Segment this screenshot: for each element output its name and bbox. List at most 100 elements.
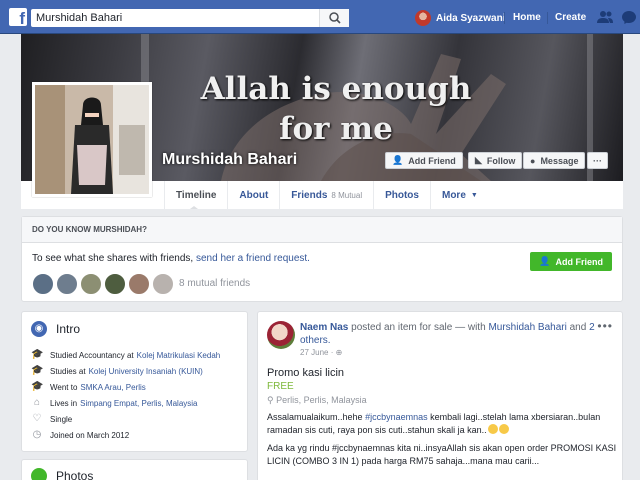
create-link[interactable]: Create bbox=[555, 12, 586, 23]
mutual-friend-avatar[interactable] bbox=[104, 273, 126, 295]
author-avatar[interactable] bbox=[267, 321, 295, 349]
post-and-text: and bbox=[566, 322, 590, 333]
tagged-user-link[interactable]: Murshidah Bahari bbox=[488, 322, 566, 333]
messenger-icon: ● bbox=[530, 155, 536, 166]
hashtag-link[interactable]: #jccbynaemnas bbox=[365, 412, 428, 422]
add-friend-label: Add Friend bbox=[555, 256, 604, 267]
intro-header: ◉ Intro bbox=[31, 321, 80, 337]
cover-quote-line1: Allah is enough bbox=[200, 71, 472, 107]
graduation-cap-icon: 🎓 bbox=[31, 365, 44, 376]
intro-text: Single bbox=[50, 414, 73, 424]
graduation-cap-icon: 🎓 bbox=[31, 349, 44, 360]
intro-text: Joined on March 2012 bbox=[50, 430, 130, 440]
tab-friends[interactable]: Friends 8 Mutual bbox=[279, 181, 373, 209]
mutual-friend-avatar[interactable] bbox=[152, 273, 174, 295]
tab-timeline[interactable]: Timeline bbox=[164, 181, 227, 209]
intro-joined: ◷ Joined on March 2012 bbox=[31, 429, 130, 441]
friend-request-prompt: To see what she shares with friends, sen… bbox=[32, 253, 310, 264]
tab-label: Timeline bbox=[176, 189, 217, 201]
facebook-logo-icon[interactable]: f bbox=[9, 8, 27, 26]
tab-more[interactable]: More ▼ bbox=[429, 181, 489, 209]
search-button[interactable] bbox=[319, 9, 349, 27]
post-paragraph: Ada ka yg rindu #jccbynaemnas kita ni..i… bbox=[267, 443, 617, 466]
rss-icon: ◣ bbox=[475, 155, 482, 165]
message-button[interactable]: ● Message bbox=[523, 152, 586, 169]
sale-item-title: Promo kasi licin bbox=[267, 367, 345, 379]
tab-photos[interactable]: Photos bbox=[373, 181, 430, 209]
intro-card: ◉ Intro 🎓 Studied Accountancy at Kolej Mat… bbox=[21, 311, 248, 452]
intro-link[interactable]: Kolej Matrikulasi Kedah bbox=[137, 351, 221, 360]
post-meta: 27 June · ⊕ bbox=[300, 348, 343, 357]
more-options-button[interactable]: ··· bbox=[587, 152, 608, 169]
post-date[interactable]: 27 June bbox=[300, 348, 328, 357]
intro-lives-in: ⌂ Lives in Simpang Empat, Perlis, Malaysia bbox=[31, 397, 198, 409]
mutual-friends-avatars bbox=[32, 273, 176, 295]
tab-about[interactable]: About bbox=[227, 181, 279, 209]
tab-label: About bbox=[239, 189, 269, 201]
cover-quote-line2: for me bbox=[279, 111, 393, 147]
mutual-friends-count[interactable]: 8 mutual friends bbox=[179, 278, 250, 289]
mutual-friend-avatar[interactable] bbox=[80, 273, 102, 295]
more-dots-icon: ··· bbox=[593, 155, 602, 166]
tab-label: Photos bbox=[385, 189, 419, 201]
intro-school: 🎓 Went to SMKA Arau, Perlis bbox=[31, 381, 146, 393]
avatar bbox=[415, 10, 431, 26]
intro-title: Intro bbox=[56, 322, 81, 336]
graduation-cap-icon: 🎓 bbox=[31, 381, 44, 392]
sale-item-price: FREE bbox=[267, 381, 294, 392]
profile-header-card: Allah is enough for me Murshidah Bahari … bbox=[21, 34, 623, 209]
profile-photo-image bbox=[35, 85, 149, 194]
post-options-icon[interactable]: ••• bbox=[597, 319, 613, 333]
public-globe-icon: ⊕ bbox=[335, 348, 343, 357]
post-action-text: posted an item for sale — with bbox=[348, 322, 489, 333]
home-icon: ⌂ bbox=[33, 397, 41, 408]
mutual-friend-avatar[interactable] bbox=[128, 273, 150, 295]
intro-text: Lives in bbox=[50, 398, 78, 408]
nav-divider bbox=[547, 12, 548, 24]
mutual-friend-avatar[interactable] bbox=[32, 273, 54, 295]
intro-education-2: 🎓 Studies at Kolej University Insaniah (KU… bbox=[31, 365, 203, 377]
caret-down-icon: ▼ bbox=[470, 191, 478, 199]
profile-link[interactable]: Aida Syazwani bbox=[415, 9, 505, 27]
add-friend-button-green[interactable]: 👤 Add Friend bbox=[530, 252, 612, 271]
search-input[interactable] bbox=[31, 9, 317, 27]
intro-relationship: ♡ Single bbox=[31, 413, 73, 425]
search-icon bbox=[329, 12, 341, 24]
smile-emoji-icon bbox=[498, 424, 509, 434]
post-text: Assalamualaikum..hehe bbox=[267, 412, 366, 422]
intro-link[interactable]: Simpang Empat, Perlis, Malaysia bbox=[80, 399, 197, 408]
photos-title: Photos bbox=[56, 469, 94, 480]
clock-icon: ◷ bbox=[32, 429, 42, 440]
add-friend-button[interactable]: 👤 Add Friend bbox=[385, 152, 463, 169]
follow-button[interactable]: ◣ Follow bbox=[468, 152, 523, 169]
add-friend-icon: 👤 bbox=[392, 155, 404, 165]
nav-divider bbox=[504, 12, 505, 24]
message-label: Message bbox=[540, 155, 579, 166]
smile-emoji-icon bbox=[487, 424, 498, 434]
user-name: Aida Syazwani bbox=[436, 12, 506, 24]
location-text: Perlis, Perlis, Malaysia bbox=[276, 395, 367, 405]
friend-requests-icon[interactable] bbox=[597, 10, 613, 24]
intro-education-1: 🎓 Studied Accountancy at Kolej Matrikulasi… bbox=[31, 349, 220, 361]
home-link[interactable]: Home bbox=[513, 12, 541, 23]
tab-label: More bbox=[441, 189, 466, 201]
location-pin-icon: ⚲ bbox=[267, 395, 277, 405]
mutual-count: 8 Mutual bbox=[331, 190, 363, 200]
heart-icon: ♡ bbox=[32, 413, 42, 424]
mutual-friend-avatar[interactable] bbox=[56, 273, 78, 295]
messenger-icon[interactable] bbox=[621, 10, 637, 24]
globe-icon: ◉ bbox=[31, 321, 47, 337]
send-friend-request-link[interactable]: send her a friend request. bbox=[196, 253, 310, 264]
profile-picture[interactable] bbox=[32, 82, 152, 197]
profile-tabs: Timeline About Friends 8 Mutual Photos Mo… bbox=[164, 181, 489, 209]
profile-name[interactable]: Murshidah Bahari bbox=[162, 151, 297, 169]
card-heading: DO YOU KNOW MURSHIDAH? bbox=[22, 217, 622, 243]
intro-text: Studied Accountancy at bbox=[50, 350, 134, 360]
feed-post: Naem Nas posted an item for sale — with … bbox=[257, 311, 623, 480]
intro-link[interactable]: SMKA Arau, Perlis bbox=[80, 383, 145, 392]
intro-link[interactable]: Kolej University Insaniah (KUIN) bbox=[89, 367, 203, 376]
top-navigation-bar: f Aida Syazwani Home Create bbox=[0, 0, 640, 34]
photos-card[interactable]: Photos bbox=[21, 459, 248, 480]
post-paragraph: Assalamualaikum..hehe #jccbynaemnas kemb… bbox=[267, 411, 617, 437]
post-author-link[interactable]: Naem Nas bbox=[300, 322, 348, 333]
